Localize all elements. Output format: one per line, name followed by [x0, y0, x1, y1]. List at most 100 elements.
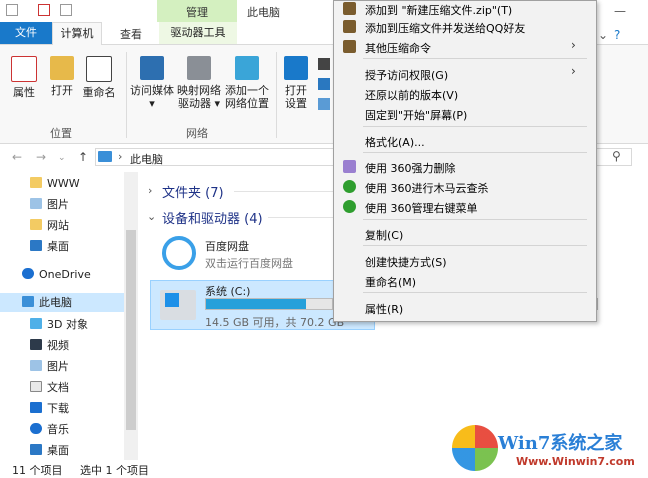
nav-item-website[interactable]: 网站 — [30, 217, 69, 235]
search-icon[interactable]: ⚲ — [612, 149, 621, 163]
this-pc-icon — [98, 151, 112, 162]
system-properties-icon[interactable] — [318, 78, 330, 90]
map-network-drive-button[interactable]: 映射网络 驱动器 ▾ — [176, 56, 222, 110]
ribbon-expand-icon[interactable]: ⌄ — [598, 28, 608, 42]
devices-section-header[interactable]: 设备和驱动器 (4) — [162, 208, 263, 227]
menu-grant-access[interactable]: 授予访问权限(G) — [365, 67, 448, 83]
nav-item-3d-objects[interactable]: 3D 对象 — [30, 316, 88, 334]
nav-item-downloads[interactable]: 下载 — [30, 400, 69, 418]
manage-icon[interactable] — [318, 98, 330, 110]
nav-item-www[interactable]: WWW — [30, 175, 80, 193]
nav-item-documents[interactable]: 文档 — [30, 379, 69, 397]
drive-c-usage-bar — [205, 298, 333, 310]
menu-rename[interactable]: 重命名(M) — [365, 274, 416, 290]
360-manage-icon — [343, 200, 356, 213]
sidebar-scroll-thumb[interactable] — [126, 230, 136, 430]
download-icon — [30, 402, 42, 413]
properties-check-icon[interactable] — [38, 4, 50, 16]
tab-drive-tools[interactable]: 驱动器工具 — [159, 22, 237, 44]
item-count: 11 个项目 — [12, 464, 63, 477]
baidu-netdisk-name[interactable]: 百度网盘 — [205, 238, 249, 254]
menu-360-trojan-scan[interactable]: 使用 360进行木马云查杀 — [365, 180, 489, 196]
menu-restore-previous[interactable]: 还原以前的版本(V) — [365, 87, 458, 103]
baidu-netdisk-description: 双击运行百度网盘 — [205, 257, 293, 270]
group-label-network: 网络 — [186, 127, 208, 140]
nav-item-music[interactable]: 音乐 — [30, 421, 69, 439]
winrar-icon — [343, 2, 356, 15]
collapse-chevron-icon[interactable]: ⌄ — [147, 210, 156, 223]
selected-count: 选中 1 个项目 — [80, 464, 149, 477]
breadcrumb[interactable]: 此电脑 — [130, 151, 163, 167]
submenu-arrow-icon: › — [571, 64, 576, 78]
section-divider — [234, 191, 334, 192]
menu-separator — [363, 245, 587, 246]
help-icon[interactable]: ? — [614, 28, 620, 42]
drive-c-name[interactable]: 系统 (C:) — [205, 283, 250, 299]
quick-access-icon[interactable] — [6, 4, 18, 16]
tab-computer[interactable]: 计算机 — [52, 22, 102, 45]
folders-section-header[interactable]: 文件夹 (7) — [162, 182, 224, 201]
tab-view[interactable]: 查看 — [120, 26, 142, 42]
rename-button[interactable]: 重命名 — [80, 56, 118, 99]
section-divider — [268, 217, 334, 218]
ribbon-separator — [276, 52, 277, 138]
properties-button[interactable]: 属性 — [8, 56, 40, 99]
winrar-icon — [343, 20, 356, 33]
new-folder-icon[interactable] — [60, 4, 72, 16]
menu-other-compress[interactable]: 其他压缩命令 — [365, 40, 431, 56]
expand-chevron-icon[interactable]: › — [148, 184, 152, 197]
gear-icon — [284, 56, 308, 80]
nav-item-desktop-2[interactable]: 桌面 — [30, 442, 69, 460]
menu-properties[interactable]: 属性(R) — [365, 301, 403, 317]
nav-item-this-pc[interactable]: 此电脑 — [22, 294, 72, 312]
menu-add-to-zip[interactable]: 添加到 "新建压缩文件.zip"(T) — [365, 2, 512, 18]
winrar-icon — [343, 40, 356, 53]
access-media-button[interactable]: 访问媒体 ▾ — [128, 56, 176, 110]
submenu-arrow-icon: › — [571, 38, 576, 52]
menu-360-manage-context[interactable]: 使用 360管理右键菜单 — [365, 200, 478, 216]
recent-dropdown-icon[interactable]: ⌄ — [58, 153, 66, 163]
windows-logo-icon — [165, 293, 179, 307]
menu-add-zip-send-qq[interactable]: 添加到压缩文件并发送给QQ好友 — [365, 20, 525, 36]
nav-item-videos[interactable]: 视频 — [30, 337, 69, 355]
tab-file[interactable]: 文件 — [0, 22, 52, 44]
open-button[interactable]: 打开 — [46, 56, 78, 97]
menu-create-shortcut[interactable]: 创建快捷方式(S) — [365, 254, 447, 270]
nav-item-pictures-2[interactable]: 图片 — [30, 358, 69, 376]
desktop-icon — [30, 444, 42, 455]
group-label-location: 位置 — [50, 127, 72, 140]
watermark-logo-icon — [452, 425, 498, 471]
open-settings-button[interactable]: 打开 设置 — [280, 56, 312, 110]
minimize-icon[interactable]: — — [614, 4, 626, 18]
up-icon[interactable]: ↑ — [78, 150, 88, 164]
media-icon — [140, 56, 164, 80]
folder-icon — [30, 177, 42, 188]
cloud-icon — [22, 268, 34, 279]
nav-item-pictures[interactable]: 图片 — [30, 196, 69, 214]
documents-icon — [30, 381, 42, 392]
back-icon[interactable]: ← — [12, 150, 22, 164]
manage-group-label: 管理 — [186, 6, 208, 19]
nav-item-onedrive[interactable]: OneDrive — [22, 266, 91, 284]
breadcrumb-chevron-icon[interactable]: › — [118, 150, 122, 163]
uninstall-icon[interactable] — [318, 58, 330, 70]
videos-icon — [30, 339, 42, 350]
add-network-location-button[interactable]: 添加一个 网络位置 — [222, 56, 272, 110]
rename-icon — [86, 56, 112, 82]
3d-objects-icon — [30, 318, 42, 329]
baidu-netdisk-icon[interactable] — [162, 236, 196, 270]
360-scan-icon — [343, 180, 356, 193]
menu-copy[interactable]: 复制(C) — [365, 227, 403, 243]
ribbon-separator — [126, 52, 127, 138]
nav-item-desktop[interactable]: 桌面 — [30, 238, 69, 256]
properties-icon — [11, 56, 37, 82]
360-shred-icon — [343, 160, 356, 173]
menu-format[interactable]: 格式化(A)... — [365, 134, 425, 150]
drive-c-usage-fill — [206, 299, 306, 309]
pictures-icon — [30, 360, 42, 371]
menu-360-force-delete[interactable]: 使用 360强力删除 — [365, 160, 456, 176]
drive-c-space-info: 14.5 GB 可用，共 70.2 GB — [205, 316, 345, 329]
forward-icon[interactable]: → — [36, 150, 46, 164]
menu-separator — [363, 126, 587, 127]
menu-pin-to-start[interactable]: 固定到"开始"屏幕(P) — [365, 107, 467, 123]
